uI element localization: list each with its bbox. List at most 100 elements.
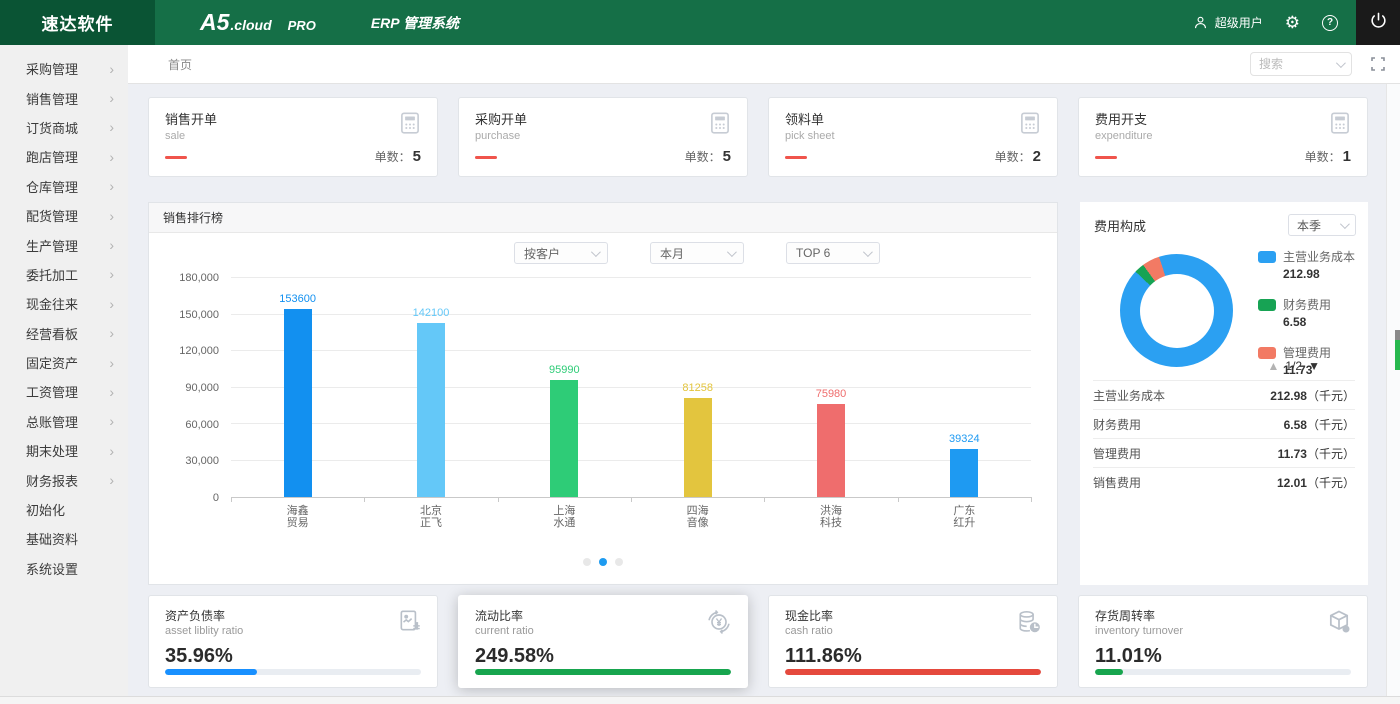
sidebar-item-label: 期末处理 bbox=[26, 441, 78, 460]
bar-value-label: 153600 bbox=[279, 293, 316, 305]
expense-row-value: 11.73（千元） bbox=[1278, 445, 1355, 462]
sidebar-item-14[interactable]: 期末处理› bbox=[0, 436, 128, 465]
x-category-label: 海鑫贸易 bbox=[287, 505, 309, 529]
sidebar-item-1[interactable]: 采购管理› bbox=[0, 54, 128, 83]
tab-home[interactable]: 首页 bbox=[168, 56, 192, 73]
search-input[interactable] bbox=[1259, 57, 1329, 71]
user-menu[interactable]: 超级用户 bbox=[1192, 14, 1263, 31]
pager-down-icon[interactable]: ▼ bbox=[1308, 359, 1320, 373]
stat-card[interactable]: 销售开单sale单数：5 bbox=[148, 97, 438, 177]
chevron-down-icon bbox=[591, 247, 601, 257]
sidebar-item-label: 销售管理 bbox=[26, 89, 78, 108]
stat-card-subtitle: sale bbox=[165, 130, 421, 142]
bar-海鑫贸易[interactable]: 153600 bbox=[284, 309, 312, 497]
carousel-dot-3[interactable] bbox=[615, 558, 623, 566]
sidebar-item-8[interactable]: 委托加工› bbox=[0, 260, 128, 289]
sidebar-item-3[interactable]: 订货商城› bbox=[0, 113, 128, 142]
metric-card-value: 249.58% bbox=[475, 645, 731, 668]
carousel-dot-2[interactable] bbox=[599, 558, 607, 566]
logo-a5: A5 bbox=[200, 9, 229, 36]
progress-fill bbox=[785, 669, 1041, 675]
period-dropdown[interactable]: 本季 bbox=[1288, 214, 1356, 236]
filter-dropdown-3[interactable]: TOP 6 bbox=[786, 242, 880, 264]
bar-上海水通[interactable]: 95990 bbox=[550, 380, 578, 497]
sidebar-item-5[interactable]: 仓库管理› bbox=[0, 172, 128, 201]
sidebar-item-11[interactable]: 固定资产› bbox=[0, 348, 128, 377]
bar-value-label: 95990 bbox=[549, 364, 580, 376]
stat-card-count: 单数：5 bbox=[685, 148, 731, 165]
sidebar-item-2[interactable]: 销售管理 › bbox=[0, 83, 128, 112]
stat-card-subtitle: purchase bbox=[475, 130, 731, 142]
legend-value: 6.58 bbox=[1283, 315, 1355, 329]
settings-gear-icon[interactable]: ⚙ bbox=[1285, 14, 1300, 31]
x-category-label: 北京正飞 bbox=[420, 505, 442, 529]
metric-card[interactable]: 流动比率current ratio249.58% bbox=[458, 595, 748, 688]
sidebar-item-9[interactable]: 现金往来› bbox=[0, 289, 128, 318]
calculator-icon bbox=[707, 110, 733, 141]
progress-track bbox=[475, 669, 731, 675]
legend-item[interactable]: 主营业务成本212.98 bbox=[1258, 248, 1355, 281]
stat-card[interactable]: 费用开支expenditure单数：1 bbox=[1078, 97, 1368, 177]
scrollbar-thumb[interactable] bbox=[1395, 330, 1400, 370]
expense-row-number: 212.98 bbox=[1270, 389, 1307, 403]
metric-card-value: 11.01% bbox=[1095, 645, 1351, 668]
sidebar-item-18[interactable]: 系统设置 bbox=[0, 554, 128, 583]
stat-card[interactable]: 领料单pick sheet单数：2 bbox=[768, 97, 1058, 177]
sidebar-item-label: 初始化 bbox=[26, 500, 65, 519]
metric-card[interactable]: 资产负债率asset liblity ratio35.96% bbox=[148, 595, 438, 688]
filter-dropdown-1[interactable]: 按客户 bbox=[514, 242, 608, 264]
sidebar-item-16[interactable]: 初始化 bbox=[0, 495, 128, 524]
system-name: ERP 管理系统 bbox=[371, 13, 459, 33]
x-axis-tick bbox=[631, 497, 632, 502]
count-label: 单数： bbox=[685, 150, 721, 164]
count-value: 5 bbox=[723, 148, 731, 165]
sidebar-item-7[interactable]: 生产管理› bbox=[0, 230, 128, 259]
sidebar-item-6[interactable]: 配货管理› bbox=[0, 201, 128, 230]
sidebar-item-4[interactable]: 跑店管理› bbox=[0, 142, 128, 171]
pager-up-icon[interactable]: ▲ bbox=[1268, 359, 1280, 373]
bar-广东红升[interactable]: 39324 bbox=[950, 449, 978, 497]
sidebar-item-13[interactable]: 总账管理› bbox=[0, 407, 128, 436]
sidebar-item-15[interactable]: 财务报表› bbox=[0, 465, 128, 494]
bar-value-label: 142100 bbox=[413, 307, 450, 319]
x-axis-tick bbox=[498, 497, 499, 502]
expense-row-label: 主营业务成本 bbox=[1093, 387, 1165, 404]
bar-四海音像[interactable]: 81258 bbox=[684, 398, 712, 497]
carousel-dot-1[interactable] bbox=[583, 558, 591, 566]
stat-card-count: 单数：2 bbox=[995, 148, 1041, 165]
stat-card-subtitle: expenditure bbox=[1095, 130, 1351, 142]
metric-card[interactable]: 现金比率cash ratio111.86% bbox=[768, 595, 1058, 688]
bar-value-label: 81258 bbox=[682, 382, 713, 394]
sidebar-item-12[interactable]: 工资管理› bbox=[0, 377, 128, 406]
chevron-right-icon: › bbox=[109, 266, 114, 282]
metric-card[interactable]: 存货周转率inventory turnover11.01% bbox=[1078, 595, 1368, 688]
logout-power-button[interactable] bbox=[1356, 0, 1400, 45]
expense-donut-chart bbox=[1120, 254, 1233, 367]
header-main: A5 .cloud PRO ERP 管理系统 超级用户 ⚙ ? bbox=[155, 0, 1356, 45]
chevron-right-icon: › bbox=[109, 90, 114, 106]
expense-row-label: 销售费用 bbox=[1093, 474, 1141, 491]
fullscreen-icon[interactable] bbox=[1370, 56, 1386, 72]
stat-card[interactable]: 采购开单purchase单数：5 bbox=[458, 97, 748, 177]
legend-swatch bbox=[1258, 347, 1276, 359]
brand-logo: 速达软件 bbox=[0, 0, 155, 45]
filter-dropdown-2[interactable]: 本月 bbox=[650, 242, 744, 264]
period-value: 本季 bbox=[1297, 217, 1321, 234]
bar-洪海科技[interactable]: 75980 bbox=[817, 404, 845, 497]
sales-panel-title: 销售排行榜 bbox=[149, 203, 1057, 233]
stat-card-count: 单数：1 bbox=[1305, 148, 1351, 165]
bar-北京正飞[interactable]: 142100 bbox=[417, 323, 445, 497]
sidebar-item-label: 订货商城 bbox=[26, 118, 78, 137]
help-icon[interactable]: ? bbox=[1322, 15, 1338, 31]
stat-card-title: 销售开单 bbox=[165, 109, 421, 128]
count-value: 5 bbox=[413, 148, 421, 165]
sidebar-item-10[interactable]: 经营看板› bbox=[0, 319, 128, 348]
metric-card-subtitle: cash ratio bbox=[785, 625, 1041, 637]
search-dropdown[interactable] bbox=[1250, 52, 1352, 76]
product-logo: A5 .cloud PRO bbox=[200, 9, 316, 36]
legend-item[interactable]: 财务费用6.58 bbox=[1258, 296, 1355, 329]
tab-bar: 首页 bbox=[128, 45, 1400, 84]
horizontal-scrollbar[interactable] bbox=[0, 696, 1400, 704]
expense-row: 主营业务成本212.98（千元） bbox=[1093, 380, 1355, 409]
sidebar-item-17[interactable]: 基础资料 bbox=[0, 524, 128, 553]
